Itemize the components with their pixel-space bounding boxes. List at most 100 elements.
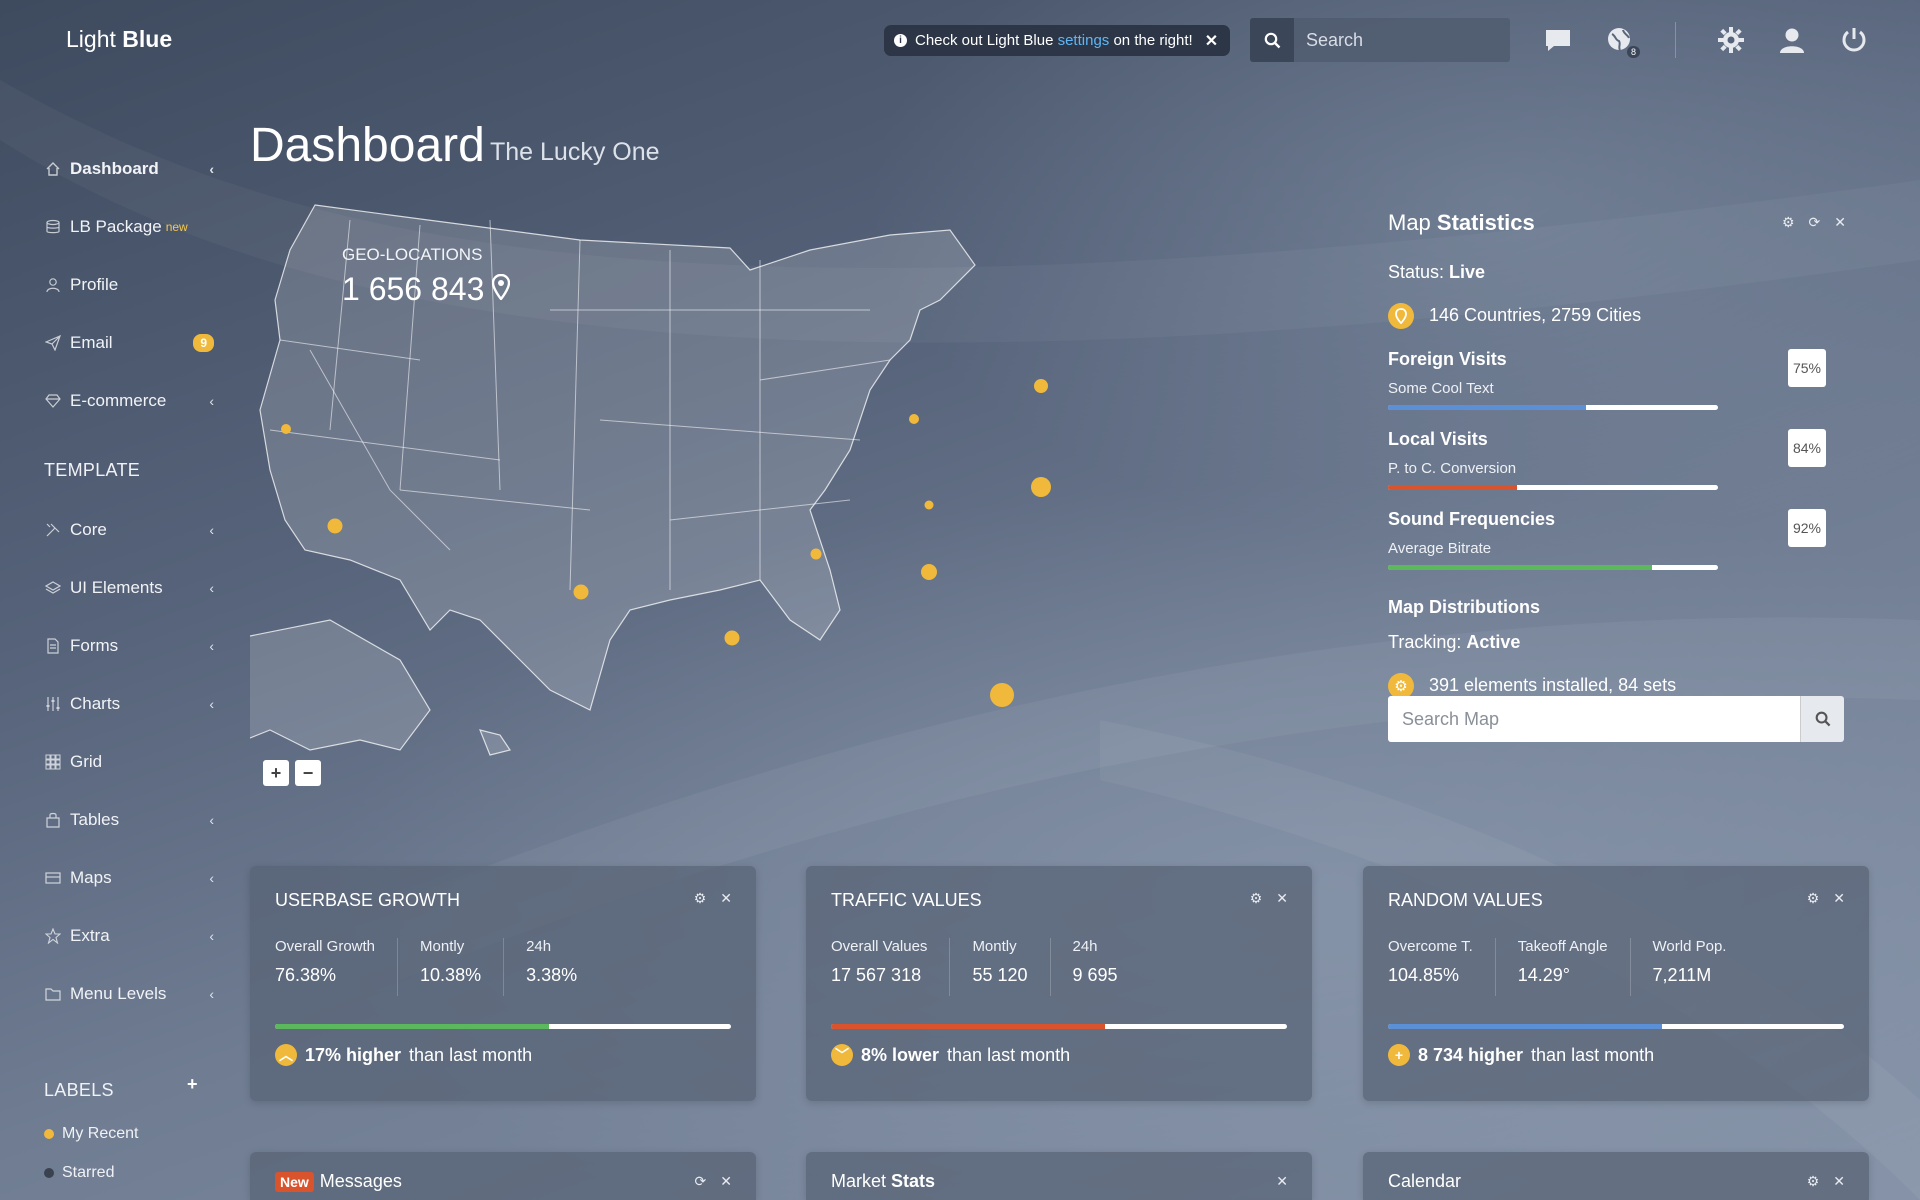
card-footer: ︿ 17% higher than last month	[275, 1044, 532, 1066]
card-footer: + 8 734 higher than last month	[1388, 1044, 1654, 1066]
user-account-icon[interactable]	[1774, 22, 1810, 58]
footer-text: than last month	[947, 1044, 1071, 1065]
sidebar-item-e-commerce[interactable]: E-commerce ‹	[44, 372, 214, 430]
gear-icon[interactable]: ⚙	[694, 890, 707, 907]
sidebar-item-menu-levels[interactable]: Menu Levels ‹	[44, 965, 214, 1023]
label-my-recent[interactable]: My Recent	[44, 1125, 138, 1143]
sidebar-item-lb-package[interactable]: LB Package new	[44, 198, 214, 256]
stat-value: 3.38%	[526, 965, 578, 985]
sidebar-item-maps[interactable]: Maps ‹	[44, 849, 214, 907]
close-icon[interactable]: ✕	[1833, 890, 1845, 907]
map-statistics-panel: Map Statistics ⚙ ⟳ ✕ Status: Live 146 Co…	[1388, 210, 1846, 699]
stat-label: Overcome T.	[1388, 938, 1473, 955]
map-marker-icon	[492, 271, 511, 308]
stat-value: 55 120	[972, 965, 1028, 985]
stat-label: Takeoff Angle	[1517, 938, 1608, 955]
add-label-button[interactable]: +	[187, 1074, 198, 1095]
elements-text: 391 elements installed, 84 sets	[1429, 674, 1677, 695]
label-dot	[44, 1168, 54, 1178]
page-subtitle: The Lucky One	[490, 138, 660, 166]
card-stats: Overall Values 17 567 318 Montly 55 120 24…	[831, 938, 1162, 996]
close-icon[interactable]: ✕	[1276, 1173, 1288, 1190]
progress-bar	[1388, 485, 1718, 490]
progress-bar	[1388, 1024, 1844, 1029]
metric-percent: 84%	[1788, 429, 1826, 467]
search-icon[interactable]	[1250, 18, 1294, 62]
gear-icon[interactable]: ⚙	[1807, 1173, 1820, 1190]
sidebar-item-extra[interactable]: Extra ‹	[44, 907, 214, 965]
userbase-growth-card: USERBASE GROWTH ⚙ ✕ Overall Growth 76.38% …	[250, 866, 756, 1101]
sidebar-item-label: Email	[70, 333, 113, 352]
sidebar-item-ui-elements[interactable]: UI Elements ‹	[44, 559, 214, 617]
sidebar-nav: Dashboard ‹ LB Package new Profile Email…	[44, 140, 214, 430]
panel-tools: ⚙ ⟳ ✕	[1782, 214, 1846, 231]
sidebar-item-charts[interactable]: Charts ‹	[44, 675, 214, 733]
search-icon[interactable]	[1800, 696, 1844, 742]
gear-icon[interactable]: ⚙	[1807, 890, 1820, 907]
sidebar-item-dashboard[interactable]: Dashboard ‹	[44, 140, 214, 198]
folder-icon	[44, 985, 62, 1003]
power-icon[interactable]	[1836, 22, 1872, 58]
card-tools: ⚙ ✕	[1250, 890, 1288, 907]
refresh-icon[interactable]: ⟳	[1809, 214, 1821, 231]
notice-text-after: on the right!	[1113, 32, 1193, 49]
stat-value: 104.85%	[1388, 965, 1460, 985]
title-light: Map	[1388, 210, 1431, 235]
random-values-card: RANDOM VALUES ⚙ ✕ Overcome T. 104.85% Take…	[1363, 866, 1869, 1101]
sidebar-item-tables[interactable]: Tables ‹	[44, 791, 214, 849]
sidebar-item-email[interactable]: Email 9	[44, 314, 214, 372]
page-title: Dashboard	[250, 119, 485, 172]
notifications-count-badge: 8	[1626, 46, 1640, 58]
metric-foreign-visits: Foreign Visits Some Cool Text 75%	[1388, 349, 1846, 410]
progress-bar	[831, 1024, 1287, 1029]
card-tools: ⚙ ✕	[1807, 1173, 1845, 1190]
chevron-left-icon: ‹	[209, 580, 214, 596]
close-icon[interactable]: ✕	[720, 1173, 732, 1190]
notice-text-before: Check out Light Blue	[915, 32, 1054, 49]
zoom-in-button[interactable]: +	[263, 760, 289, 786]
metric-percent: 92%	[1788, 509, 1826, 547]
sidebar-item-label: Maps	[70, 868, 112, 887]
sidebar-item-profile[interactable]: Profile	[44, 256, 214, 314]
card-title: New Messages	[275, 1171, 402, 1192]
gear-icon[interactable]	[1713, 22, 1749, 58]
progress-fill	[831, 1024, 1105, 1029]
close-icon[interactable]: ✕	[1834, 214, 1846, 231]
stat-column: 24h 9 695	[1073, 938, 1140, 996]
card-stats: Overall Growth 76.38% Montly 10.38% 24h 3.3…	[275, 938, 621, 996]
sidebar-item-core[interactable]: Core ‹	[44, 501, 214, 559]
tools-icon	[44, 521, 62, 539]
card-title: TRAFFIC VALUES	[831, 890, 982, 910]
close-icon[interactable]: ✕	[1833, 1173, 1845, 1190]
close-icon[interactable]: ✕	[720, 890, 732, 907]
template-nav: Core ‹ UI Elements ‹ Forms ‹ Charts ‹ Gr…	[44, 501, 214, 1023]
search-input[interactable]	[1294, 29, 1494, 51]
stat-value: 76.38%	[275, 965, 337, 985]
calendar-card: Calendar ⚙ ✕	[1363, 1152, 1869, 1200]
app-logo[interactable]: Light Blue	[66, 26, 172, 53]
notice-settings-link[interactable]: settings	[1058, 32, 1110, 49]
metric-title: Foreign Visits	[1388, 349, 1507, 369]
map-search	[1388, 696, 1844, 742]
globe-icon[interactable]: 8	[1602, 22, 1640, 58]
stat-value: 9 695	[1072, 965, 1118, 985]
close-notice-icon[interactable]: ✕	[1205, 31, 1218, 51]
zoom-out-button[interactable]: −	[295, 760, 321, 786]
label-starred[interactable]: Starred	[44, 1164, 114, 1182]
chevron-down-icon: ﹀	[831, 1044, 853, 1066]
email-count-badge: 9	[193, 334, 214, 352]
close-icon[interactable]: ✕	[1276, 890, 1288, 907]
refresh-icon[interactable]: ⟳	[695, 1173, 707, 1190]
progress-fill	[1388, 565, 1652, 570]
gear-icon[interactable]: ⚙	[1250, 890, 1263, 907]
star-icon	[44, 927, 62, 945]
geo-locations: GEO-LOCATIONS 1 656 843	[342, 245, 511, 308]
card-tools: ⚙ ✕	[1807, 890, 1845, 907]
map-search-input[interactable]	[1388, 696, 1800, 742]
messages-icon[interactable]	[1540, 22, 1576, 58]
sidebar-item-grid[interactable]: Grid	[44, 733, 214, 791]
chevron-left-icon: ‹	[209, 928, 214, 944]
sidebar-item-forms[interactable]: Forms ‹	[44, 617, 214, 675]
card-title-light: Market	[831, 1171, 887, 1191]
gear-icon[interactable]: ⚙	[1782, 214, 1795, 231]
